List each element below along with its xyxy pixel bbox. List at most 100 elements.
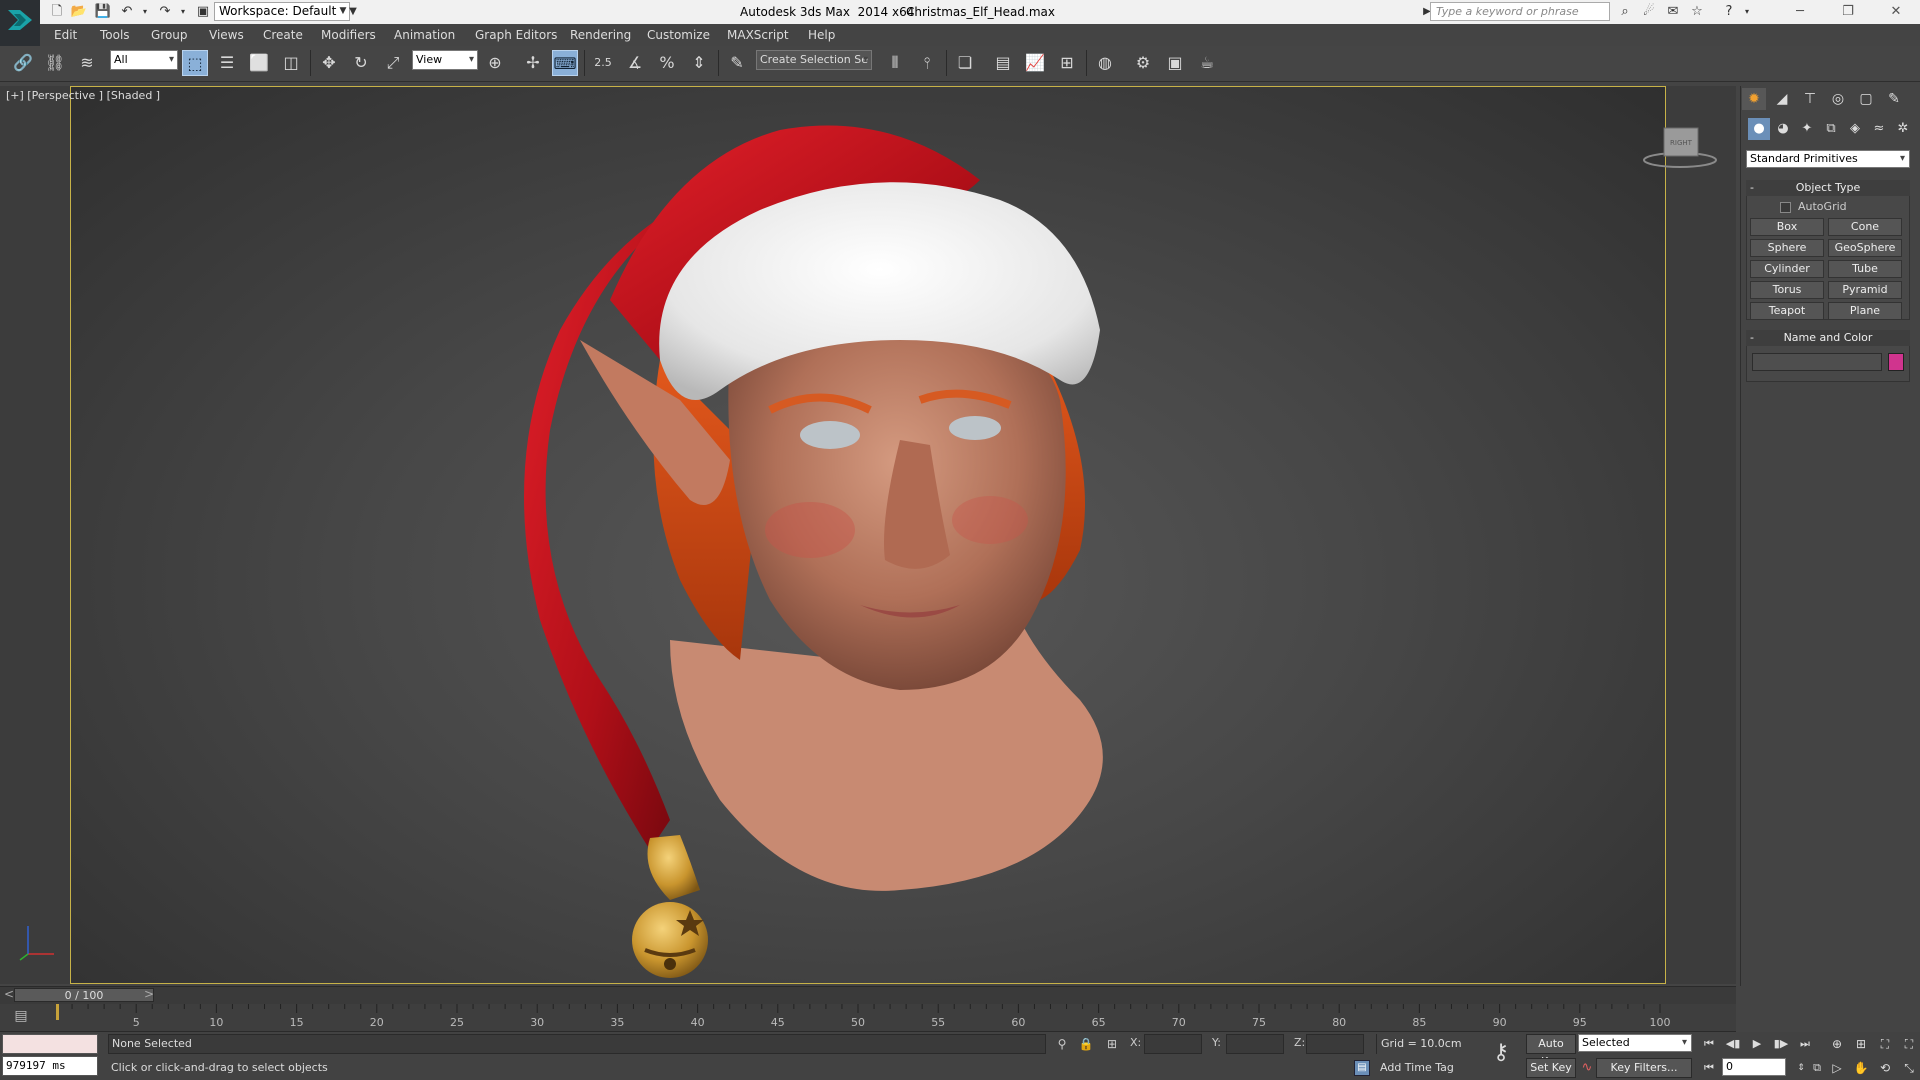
unlink-selection-icon[interactable]: ⛓ [42,50,68,76]
mirror-icon[interactable]: ⫴ [882,50,908,76]
time-slider-prev-button[interactable]: < [4,987,14,1001]
zoom-extents-icon[interactable]: ⛶ [1874,1034,1896,1054]
absolute-relative-mode-icon[interactable]: ⊞ [1102,1034,1122,1054]
rendered-frame-window-icon[interactable]: ▣ [1162,50,1188,76]
menu-animation[interactable]: Animation [394,26,455,44]
window-crossing-icon[interactable]: ◫ [278,50,304,76]
orbit-icon[interactable]: ⟲ [1874,1058,1896,1078]
menu-maxscript[interactable]: MAXScript [727,26,789,44]
named-selection-set-dropdown[interactable]: Create Selection Se [756,50,872,70]
time-slider-thumb[interactable]: 0 / 100 [14,988,154,1002]
select-and-move-icon[interactable]: ✥ [316,50,342,76]
x-coordinate-field[interactable] [1144,1034,1202,1054]
elf-head-model[interactable] [520,100,1200,980]
viewcube[interactable]: RIGHT [1640,120,1720,170]
go-to-end-icon[interactable]: ⏭ [1794,1034,1816,1054]
time-configuration-icon[interactable]: ⧉ [1806,1058,1828,1078]
isolate-selection-icon[interactable]: ⚲ [1052,1034,1072,1054]
communication-center-icon[interactable]: ✉ [1664,3,1682,21]
menu-tools[interactable]: Tools [100,26,130,44]
project-folder-icon[interactable]: ▣ [194,3,212,21]
zoom-extents-all-icon[interactable]: ⛶ [1898,1034,1920,1054]
reference-coordinate-dropdown[interactable]: View [412,50,478,70]
pyramid-button[interactable]: Pyramid [1828,281,1902,299]
y-coordinate-field[interactable] [1226,1034,1284,1054]
quick-access-menu-icon[interactable]: ▼ [344,3,362,21]
select-and-rotate-icon[interactable]: ↻ [348,50,374,76]
menu-modifiers[interactable]: Modifiers [321,26,376,44]
render-setup-icon[interactable]: ⚙ [1130,50,1156,76]
torus-button[interactable]: Torus [1750,281,1824,299]
key-mode-toggle-icon[interactable]: ⏮ [1698,1058,1720,1078]
zoom-icon[interactable]: ⊕ [1826,1034,1848,1054]
cone-button[interactable]: Cone [1828,218,1902,236]
new-file-icon[interactable]: 🗋 [48,3,66,21]
angle-snap-icon[interactable]: ∡ [622,50,648,76]
use-pivot-center-icon[interactable]: ⊕ [482,50,508,76]
workspace-selector[interactable]: Workspace: Default [214,2,350,21]
display-tab-icon[interactable]: ▢ [1854,88,1878,110]
box-button[interactable]: Box [1750,218,1824,236]
render-production-icon[interactable]: ☕ [1194,50,1220,76]
name-and-color-header[interactable]: - Name and Color [1746,330,1910,346]
bind-to-space-warp-icon[interactable]: ≋ [74,50,100,76]
autogrid-checkbox[interactable] [1780,202,1791,213]
mini-curve-editor-icon[interactable]: ▤ [10,1008,32,1026]
percent-snap-icon[interactable]: % [654,50,680,76]
key-mode-dropdown[interactable]: Selected [1578,1034,1692,1052]
align-icon[interactable]: ⫯ [914,50,940,76]
create-tab-icon[interactable]: ✹ [1742,88,1766,110]
edit-named-selection-icon[interactable]: ✎ [724,50,750,76]
app-logo-button[interactable] [0,0,40,46]
object-color-swatch[interactable] [1888,353,1904,371]
z-coordinate-field[interactable] [1306,1034,1364,1054]
current-frame-marker[interactable] [56,1004,59,1020]
snaps-toggle-icon[interactable]: 2.5 [590,50,616,76]
modify-tab-icon[interactable]: ◢ [1770,88,1794,110]
auto-key-button[interactable]: Auto Key [1526,1034,1576,1068]
motion-tab-icon[interactable]: ◎ [1826,88,1850,110]
next-frame-icon[interactable]: ▮▶ [1770,1034,1792,1054]
field-of-view-icon[interactable]: ▷ [1826,1058,1848,1078]
rectangular-selection-region-icon[interactable]: ⬜ [246,50,272,76]
layer-manager-icon[interactable]: ❏ [952,50,978,76]
keyboard-shortcut-override-icon[interactable]: ⌨ [552,50,578,76]
select-object-icon[interactable]: ⬚ [182,50,208,76]
tube-button[interactable]: Tube [1828,260,1902,278]
hierarchy-tab-icon[interactable]: ⊤ [1798,88,1822,110]
viewport-label-menu[interactable]: [+] [Perspective ] [Shaded ] [6,89,160,102]
subscription-center-icon[interactable]: ☄ [1640,3,1658,21]
select-and-manipulate-icon[interactable]: ✢ [520,50,546,76]
help-icon[interactable]: ? [1720,3,1738,21]
select-and-scale-icon[interactable]: ⤢ [380,50,406,76]
lights-icon[interactable]: ✦ [1796,118,1818,140]
primitive-category-dropdown[interactable]: Standard Primitives [1746,150,1910,168]
redo-dropdown-icon[interactable]: ▾ [174,3,192,21]
maxscript-listener-mini[interactable] [2,1034,98,1054]
curve-editor-icon[interactable]: 📈 [1022,50,1048,76]
geosphere-button[interactable]: GeoSphere [1828,239,1902,257]
plane-button[interactable]: Plane [1828,302,1902,320]
cameras-icon[interactable]: ⧉ [1820,118,1842,140]
maximize-viewport-icon[interactable]: ⤡ [1898,1058,1920,1078]
add-time-tag-button[interactable]: Add Time Tag [1376,1058,1454,1078]
minimize-button[interactable]: ─ [1780,0,1820,24]
undo-icon[interactable]: ↶ [118,3,136,21]
select-by-name-icon[interactable]: ☰ [214,50,240,76]
menu-help[interactable]: Help [808,26,835,44]
save-file-icon[interactable]: 💾 [94,3,112,21]
object-name-input[interactable] [1752,353,1882,371]
cylinder-button[interactable]: Cylinder [1750,260,1824,278]
menu-customize[interactable]: Customize [647,26,710,44]
time-slider[interactable] [0,986,1736,1004]
key-filters-button[interactable]: Key Filters... [1596,1058,1692,1078]
menu-rendering[interactable]: Rendering [570,26,631,44]
restore-button[interactable]: ❐ [1828,0,1868,24]
redo-icon[interactable]: ↷ [156,3,174,21]
help-dropdown-icon[interactable]: ▾ [1738,3,1756,21]
open-file-icon[interactable]: 📂 [70,3,88,21]
select-and-link-icon[interactable]: 🔗 [10,50,36,76]
helpers-icon[interactable]: ◈ [1844,118,1866,140]
space-warps-icon[interactable]: ≈ [1868,118,1890,140]
shapes-icon[interactable]: ◕ [1772,118,1794,140]
